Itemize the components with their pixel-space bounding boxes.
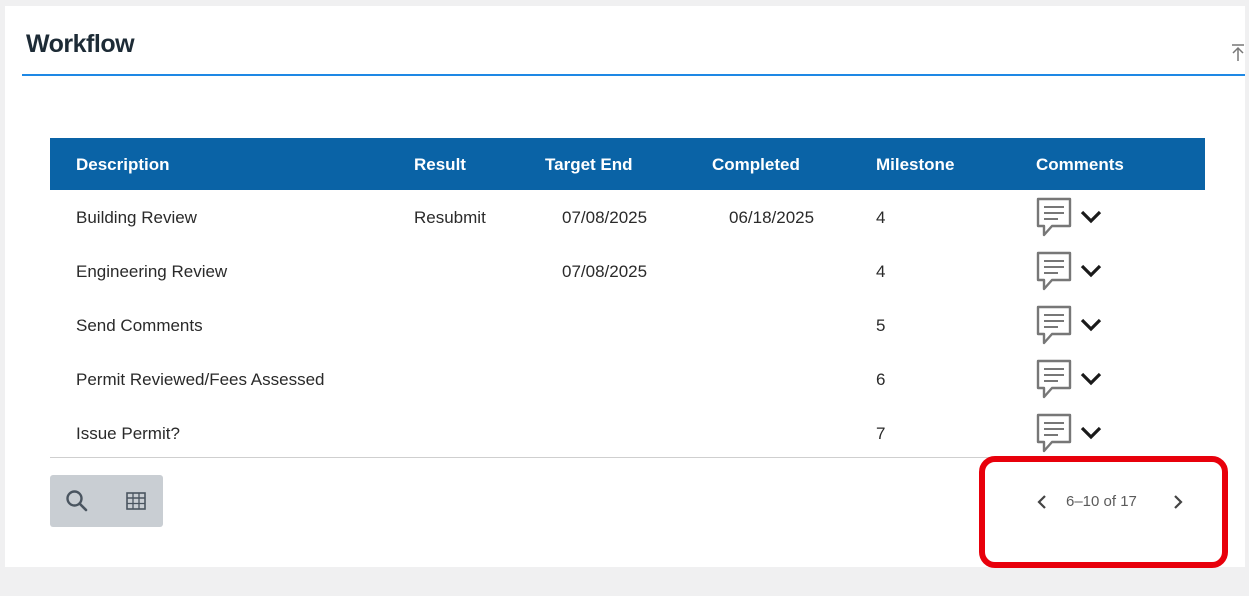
chevron-down-icon[interactable]	[1080, 318, 1102, 337]
table-header: Description Result Target End Completed …	[50, 138, 1205, 190]
cell-milestone: 5	[876, 316, 886, 335]
panel-header: Workflow	[22, 6, 1245, 76]
column-header-description[interactable]: Description	[76, 155, 170, 175]
chevron-down-icon[interactable]	[1080, 210, 1102, 229]
table-body: Building Review Resubmit 07/08/2025 06/18/2…	[50, 190, 1205, 460]
search-icon[interactable]	[64, 488, 90, 514]
panel-title: Workflow	[26, 30, 135, 58]
table-columns-icon[interactable]	[123, 488, 149, 514]
comment-icon[interactable]	[1035, 412, 1073, 459]
cell-result: Resubmit	[414, 208, 486, 227]
column-header-completed[interactable]: Completed	[712, 155, 800, 175]
table-row[interactable]: Send Comments 5	[50, 298, 1205, 352]
table-row[interactable]: Building Review Resubmit 07/08/2025 06/18/2…	[50, 190, 1205, 244]
cell-milestone: 6	[876, 370, 886, 389]
cell-description: Engineering Review	[76, 262, 228, 281]
cell-comments	[1035, 248, 1125, 291]
comment-icon[interactable]	[1035, 196, 1073, 243]
cell-comments	[1035, 410, 1125, 453]
cell-comments	[1035, 302, 1125, 345]
comment-icon[interactable]	[1035, 304, 1073, 351]
column-header-target-end[interactable]: Target End	[545, 155, 633, 175]
comment-icon[interactable]	[1035, 250, 1073, 297]
cell-milestone: 7	[876, 424, 886, 443]
table-row[interactable]: Engineering Review 07/08/2025 4	[50, 244, 1205, 298]
cell-description: Issue Permit?	[76, 424, 180, 443]
cell-description: Building Review	[76, 208, 197, 227]
table-toolbar	[50, 475, 163, 527]
collapse-up-icon[interactable]	[1231, 43, 1245, 63]
cell-milestone: 4	[876, 208, 886, 227]
comment-icon[interactable]	[1035, 358, 1073, 405]
chevron-down-icon[interactable]	[1080, 264, 1102, 283]
cell-target-end: 07/08/2025	[562, 208, 648, 227]
cell-description: Send Comments	[76, 316, 203, 335]
workflow-table: Description Result Target End Completed …	[50, 138, 1205, 460]
cell-comments	[1035, 194, 1125, 237]
chevron-down-icon[interactable]	[1080, 372, 1102, 391]
table-row[interactable]: Issue Permit? 7	[50, 406, 1205, 460]
column-header-result[interactable]: Result	[414, 155, 466, 175]
pagination-highlight-annotation	[979, 456, 1228, 568]
cell-description: Permit Reviewed/Fees Assessed	[76, 370, 325, 389]
chevron-down-icon[interactable]	[1080, 426, 1102, 445]
cell-comments	[1035, 356, 1125, 399]
cell-completed: 06/18/2025	[729, 208, 815, 227]
cell-milestone: 4	[876, 262, 886, 281]
table-row[interactable]: Permit Reviewed/Fees Assessed 6	[50, 352, 1205, 406]
column-header-comments[interactable]: Comments	[1036, 155, 1124, 175]
cell-target-end: 07/08/2025	[562, 262, 648, 281]
column-header-milestone[interactable]: Milestone	[876, 155, 954, 175]
